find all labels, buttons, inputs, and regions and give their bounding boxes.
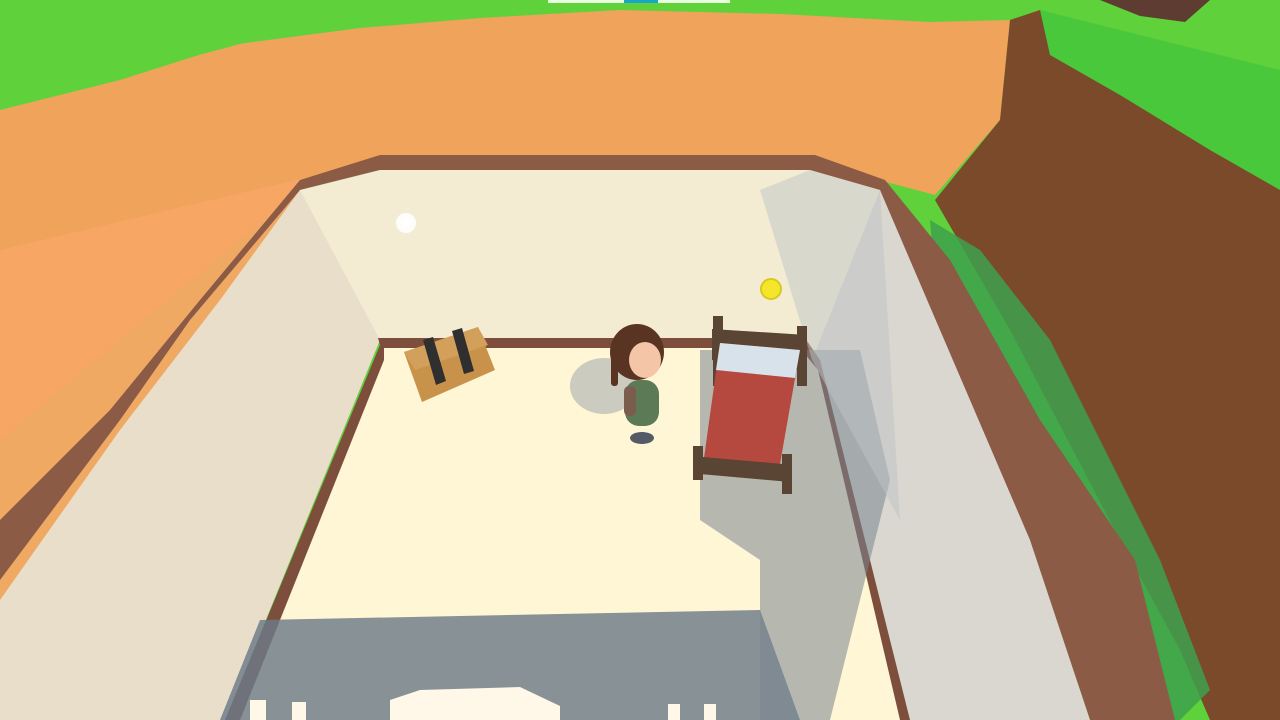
- floor-mark: [704, 704, 716, 720]
- yellow-collectible-orb[interactable]: [760, 278, 782, 300]
- white-light-orb-core: [402, 219, 410, 227]
- floor-mark: [250, 700, 266, 720]
- game-viewport[interactable]: [0, 0, 1280, 720]
- character-feet: [630, 432, 654, 444]
- hud-top-indicator: [624, 0, 658, 3]
- character-face: [629, 342, 661, 378]
- character-arm: [624, 386, 636, 416]
- bed-post: [693, 446, 703, 480]
- bed-post: [782, 454, 792, 494]
- character-braid: [611, 352, 618, 386]
- game-world[interactable]: [0, 0, 1280, 720]
- floor-mark: [292, 702, 306, 720]
- floor-mark: [668, 704, 680, 720]
